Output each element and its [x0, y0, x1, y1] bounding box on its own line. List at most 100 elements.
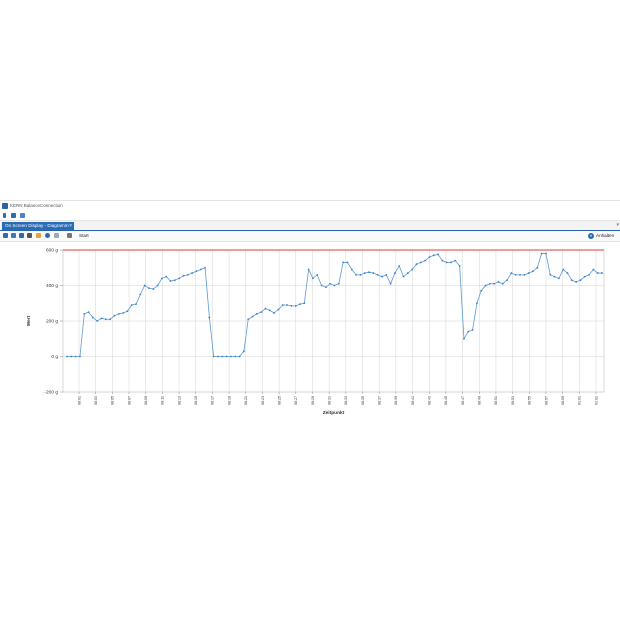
data-point [510, 272, 513, 274]
x-tick-label: 08:37 [377, 396, 381, 405]
info-icon[interactable] [3, 213, 6, 218]
app-window: KERN BalanceConnection On Screen Display… [0, 200, 620, 418]
data-point [419, 261, 422, 264]
data-point [70, 355, 73, 358]
x-tick-label: 08:01 [77, 396, 81, 405]
data-point [79, 355, 81, 358]
y-tick-label: 0 g [51, 354, 58, 360]
data-point [346, 261, 349, 264]
data-point [169, 280, 172, 282]
x-tick-label: 08:47 [461, 396, 465, 405]
data-point [355, 273, 357, 276]
chart-icon[interactable] [20, 213, 25, 218]
x-tick-label: 08:57 [544, 396, 548, 405]
data-point [398, 265, 401, 267]
chart-toolbar: Start ⏸ Anhalten [0, 231, 620, 242]
tab-label: On Screen Display - Diagramm [5, 223, 69, 228]
stop-button[interactable]: ⏸ Anhalten [588, 232, 618, 240]
data-point [139, 293, 142, 296]
data-point [480, 289, 483, 292]
data-point [441, 259, 444, 262]
edit-icon[interactable] [27, 233, 32, 238]
save-icon[interactable] [19, 233, 24, 238]
x-tick-label: 08:09 [144, 396, 148, 405]
data-point [385, 273, 388, 276]
data-point [445, 261, 448, 264]
flag-icon[interactable] [36, 233, 41, 238]
x-tick-label: 08:23 [261, 396, 265, 405]
x-tick-label: 08:13 [177, 396, 181, 405]
data-point [290, 305, 293, 307]
tab-on-screen-display[interactable]: On Screen Display - Diagramm × [2, 222, 74, 230]
x-tick-label: 08:49 [478, 396, 482, 405]
data-point [303, 302, 306, 305]
x-tick-label: 08:11 [161, 396, 165, 405]
data-point [260, 311, 263, 314]
start-button[interactable]: Start [79, 232, 89, 240]
copy-icon[interactable] [3, 233, 8, 238]
data-point [359, 273, 362, 276]
data-point [415, 263, 418, 266]
x-tick-label: 08:21 [244, 396, 248, 405]
data-point [130, 304, 133, 306]
tab-close-icon[interactable]: × [69, 222, 72, 230]
chevron-down-icon[interactable]: ▾ [616, 222, 619, 229]
data-point [432, 254, 435, 257]
data-point [182, 274, 185, 277]
y-tick-label: -200 g [44, 390, 58, 396]
data-point [497, 281, 500, 283]
data-point [454, 259, 457, 262]
x-tick-label: 08:19 [227, 396, 231, 405]
settings-icon[interactable] [45, 233, 50, 238]
x-tick-label: 01:02 [594, 396, 598, 405]
x-tick-label: 08:05 [111, 396, 115, 405]
data-point [394, 272, 396, 274]
data-point [204, 266, 206, 269]
data-point [557, 277, 560, 280]
data-point [601, 272, 603, 274]
data-point [148, 287, 150, 290]
data-point [247, 318, 250, 321]
data-point [363, 272, 366, 274]
y-axis-title: Wert [26, 315, 32, 326]
y-tick-label: 400 g [46, 283, 58, 289]
data-point [467, 330, 470, 333]
data-point [553, 275, 556, 278]
data-point [320, 284, 323, 287]
tab-strip: On Screen Display - Diagramm × ▾ [0, 221, 620, 231]
data-point [536, 266, 539, 269]
data-point [570, 279, 573, 282]
export-icon[interactable] [11, 233, 16, 238]
data-point [488, 282, 491, 285]
data-point [66, 355, 68, 358]
start-icon[interactable] [67, 233, 72, 238]
x-tick-label: 08:31 [327, 396, 331, 405]
data-point [450, 261, 452, 264]
data-point [532, 270, 534, 273]
data-point [307, 268, 310, 271]
x-tick-label: 08:59 [561, 396, 565, 405]
data-point [199, 268, 202, 271]
data-point [406, 272, 409, 274]
data-point [368, 271, 370, 274]
x-tick-label: 08:51 [494, 396, 498, 405]
data-point [217, 355, 219, 358]
data-point [264, 307, 267, 310]
device-icon[interactable] [11, 213, 16, 218]
data-point [74, 355, 77, 358]
data-point [514, 273, 517, 276]
data-point [173, 279, 176, 282]
page-icon[interactable] [54, 233, 59, 238]
data-point [501, 282, 504, 285]
data-point [212, 355, 215, 358]
x-tick-label: 08:27 [294, 396, 298, 405]
data-point [342, 261, 345, 264]
data-point [329, 282, 332, 285]
data-point [83, 313, 86, 315]
data-point [588, 273, 590, 276]
line-chart: 600 g 400 g 200 g 0 g -200 g 08:01 08:03 08:05 0… [26, 248, 605, 416]
x-tick-label: 08:29 [311, 396, 315, 405]
data-point [333, 284, 336, 287]
data-point [96, 320, 99, 322]
x-axis-title: Zeitpunkt [323, 410, 345, 416]
